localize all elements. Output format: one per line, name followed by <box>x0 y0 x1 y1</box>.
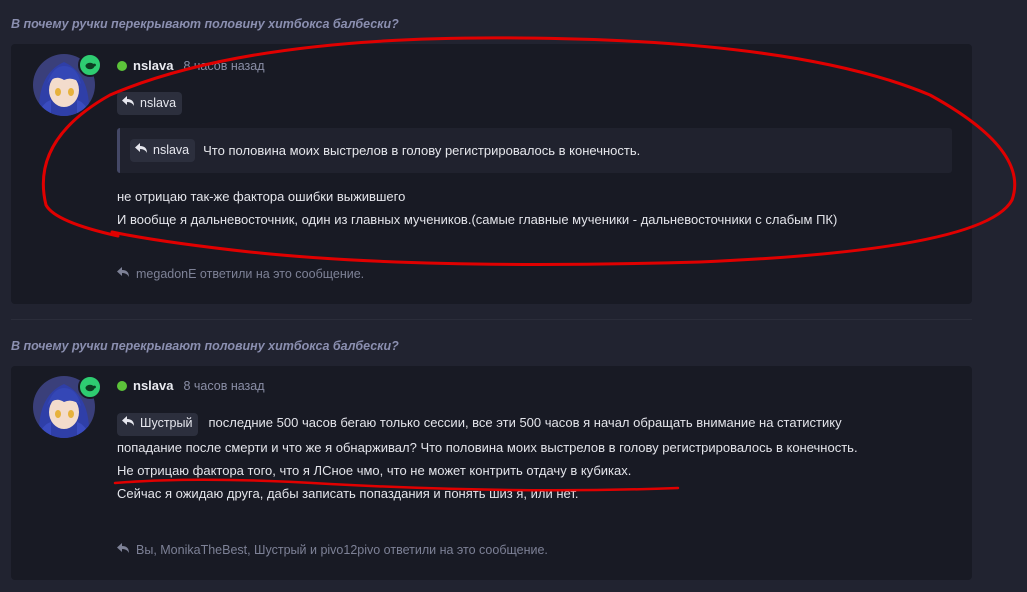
replies-info[interactable]: Вы, MonikaTheBest, Шустрый и pivo12pivo … <box>117 543 548 557</box>
post-meta: nslava 8 часов назад <box>117 58 265 73</box>
reply-to-chip[interactable]: Шустрый <box>117 412 199 436</box>
reply-arrow-icon <box>135 143 148 157</box>
reply-arrow-icon <box>122 96 135 110</box>
post-line: не отрицаю так-же фактора ошибки выживше… <box>117 189 406 204</box>
quote-author: nslava <box>153 143 190 157</box>
replies-text: Вы, MonikaTheBest, Шустрый и pivo12pivo … <box>136 543 548 557</box>
post-line: И вообще я дальневосточник, один из глав… <box>117 212 838 227</box>
thread-title-link[interactable]: В почему ручки перекрывают половину хитб… <box>11 17 399 31</box>
post-time[interactable]: 8 часов назад <box>183 379 264 393</box>
post-body: Шустрый последние 500 часов бегаю только… <box>117 411 858 505</box>
reply-to-name: Шустрый <box>140 416 193 430</box>
post-line: Не отрицаю фактора того, что я ЛСное чмо… <box>117 462 632 478</box>
post-line-text: последние 500 часов бегаю только сессии,… <box>208 415 842 430</box>
reply-to-chip[interactable]: nslava <box>117 92 183 115</box>
post-line: Сейчас я ожидаю друга, дабы записать поп… <box>117 485 579 501</box>
post-meta: nslava 8 часов назад <box>117 378 265 393</box>
post-time[interactable]: 8 часов назад <box>183 59 264 73</box>
reply-arrow-icon <box>117 267 130 281</box>
online-status-icon <box>117 60 127 71</box>
post-line: Шустрый последние 500 часов бегаю только… <box>117 411 858 436</box>
reply-arrow-icon <box>117 543 130 557</box>
quote-text: Что половина моих выстрелов в голову рег… <box>203 143 641 158</box>
author-name[interactable]: nslava <box>133 58 173 73</box>
replies-text: megadonE ответили на это сообщение. <box>136 267 365 281</box>
turtle-icon <box>78 375 102 399</box>
replies-info[interactable]: megadonE ответили на это сообщение. <box>117 267 364 281</box>
divider <box>11 319 972 320</box>
turtle-icon <box>78 53 102 77</box>
reply-arrow-icon <box>122 412 135 435</box>
quote-block: nslava Что половина моих выстрелов в гол… <box>117 128 952 173</box>
post-line: попадание после смерти и что же я обнарж… <box>117 439 858 455</box>
reply-to-name: nslava <box>140 96 177 110</box>
online-status-icon <box>117 380 127 391</box>
author-name[interactable]: nslava <box>133 378 173 393</box>
quote-author-chip[interactable]: nslava <box>130 139 196 162</box>
post-body: не отрицаю так-же фактора ошибки выживше… <box>117 185 837 231</box>
post-card <box>11 44 972 304</box>
thread-title-link[interactable]: В почему ручки перекрывают половину хитб… <box>11 339 399 353</box>
